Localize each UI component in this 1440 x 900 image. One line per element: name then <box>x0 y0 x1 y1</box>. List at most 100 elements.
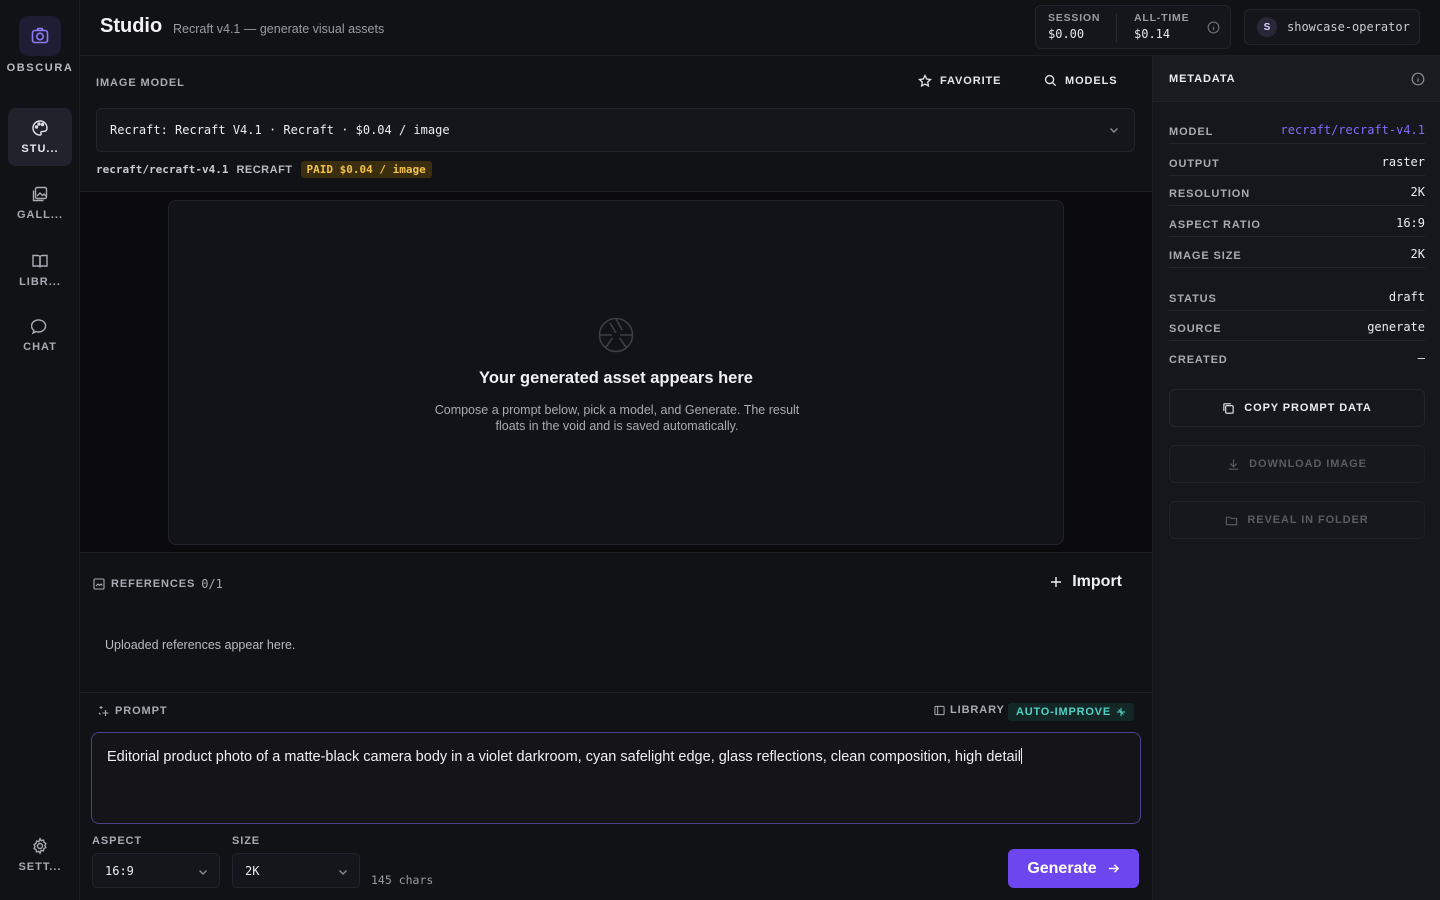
aperture-icon <box>597 316 635 359</box>
prompt-textarea[interactable]: Editorial product photo of a matte-black… <box>91 732 1141 824</box>
references-section: REFERENCES 0/1 Import Uploaded reference… <box>80 554 1152 692</box>
sidebar: OBSCURA STU... GALL... LIBR... CHAT SETT… <box>0 0 80 900</box>
metadata-panel: METADATA MODEL recraft/recraft-v4.1 OUTP… <box>1152 56 1440 900</box>
palette-icon <box>31 119 49 137</box>
prompt-header: PROMPT <box>97 705 167 717</box>
import-button[interactable]: Import <box>1050 573 1122 591</box>
size-label: SIZE <box>232 835 261 847</box>
size-select[interactable]: 2K <box>232 853 360 888</box>
meta-value: 2K <box>1410 185 1425 199</box>
nav-label: STU... <box>21 143 59 155</box>
chevron-down-icon <box>1108 124 1120 139</box>
prompt-label: PROMPT <box>115 705 168 717</box>
nav-item-library[interactable]: LIBR... <box>8 241 72 299</box>
generate-label: Generate <box>1027 859 1097 877</box>
alltime-cost: ALL-TIME $0.14 <box>1134 12 1189 41</box>
metadata-title: METADATA <box>1169 73 1236 85</box>
folder-icon <box>1226 516 1238 525</box>
alltime-value: $0.14 <box>1134 27 1171 41</box>
brand-logo[interactable] <box>19 16 61 56</box>
meta-value: raster <box>1381 155 1425 169</box>
info-icon[interactable] <box>1411 72 1425 91</box>
meta-row-status: STATUS draft <box>1169 281 1425 311</box>
paid-badge: PAID $0.04 / image <box>300 161 432 178</box>
aspect-label: ASPECT <box>92 835 143 847</box>
meta-row-model: MODEL recraft/recraft-v4.1 <box>1169 114 1425 144</box>
book-icon <box>934 705 945 715</box>
page-title: Studio <box>100 15 163 37</box>
download-image-button[interactable]: DOWNLOAD IMAGE <box>1169 445 1425 483</box>
library-label: LIBRARY <box>950 704 1005 716</box>
references-count: 0/1 <box>201 577 223 591</box>
camera-logo-icon <box>31 27 49 44</box>
book-icon <box>31 252 49 270</box>
auto-improve-toggle[interactable]: AUTO-IMPROVE <box>1008 703 1134 721</box>
app-window: OBSCURA STU... GALL... LIBR... CHAT SETT… <box>0 0 1440 900</box>
result-canvas: Your generated asset appears here Compos… <box>168 200 1064 545</box>
size-value: 2K <box>245 863 260 878</box>
info-icon[interactable] <box>1207 21 1220 39</box>
session-value: $0.00 <box>1048 27 1085 41</box>
cost-summary: SESSION $0.00 ALL-TIME $0.14 <box>1035 5 1231 49</box>
meta-row-resolution: RESOLUTION 2K <box>1169 176 1425 206</box>
meta-row-aspect-ratio: ASPECT RATIO 16:9 <box>1169 207 1425 237</box>
meta-key: MODEL <box>1169 126 1214 138</box>
references-label: REFERENCES <box>111 578 196 590</box>
model-select[interactable]: Recraft: Recraft V4.1 · Recraft · $0.04 … <box>96 108 1135 152</box>
meta-row-source: SOURCE generate <box>1169 311 1425 341</box>
meta-key: OUTPUT <box>1169 158 1220 170</box>
favorite-button[interactable]: FAVORITE <box>918 74 1001 88</box>
nav-label: SETT... <box>18 861 62 873</box>
download-icon <box>1228 458 1239 470</box>
aspect-select[interactable]: 16:9 <box>92 853 220 888</box>
import-label: Import <box>1072 573 1122 590</box>
session-label: SESSION <box>1048 12 1101 24</box>
models-button[interactable]: MODELS <box>1044 74 1117 87</box>
meta-row-image-size: IMAGE SIZE 2K <box>1169 238 1425 268</box>
nav-item-gallery[interactable]: GALL... <box>8 174 72 232</box>
user-menu[interactable]: S showcase-operator <box>1244 9 1420 45</box>
empty-state-title: Your generated asset appears here <box>479 369 753 387</box>
page-subtitle: Recraft v4.1 — generate visual assets <box>173 22 385 36</box>
empty-state-description: Compose a prompt below, pick a model, an… <box>434 403 800 433</box>
meta-row-output: OUTPUT raster <box>1169 146 1425 176</box>
plus-icon <box>1051 577 1062 587</box>
reveal-in-folder-button[interactable]: REVEAL IN FOLDER <box>1169 501 1425 539</box>
divider <box>1116 14 1117 42</box>
meta-key: IMAGE SIZE <box>1169 250 1242 262</box>
meta-value-model-link[interactable]: recraft/recraft-v4.1 <box>1281 123 1426 137</box>
chat-icon <box>31 317 49 335</box>
references-header: REFERENCES 0/1 <box>93 577 223 591</box>
nav-item-settings[interactable]: SETT... <box>8 826 72 884</box>
gallery-icon <box>31 185 49 203</box>
user-name: showcase-operator <box>1287 20 1410 34</box>
nav-item-studio[interactable]: STU... <box>8 108 72 166</box>
meta-value: — <box>1417 351 1425 365</box>
image-model-label: IMAGE MODEL <box>96 77 185 89</box>
text-caret <box>1021 748 1022 764</box>
meta-value: 16:9 <box>1396 216 1425 230</box>
avatar: S <box>1257 17 1277 37</box>
references-empty-text: Uploaded references appear here. <box>105 638 296 652</box>
model-id: recraft/recraft-v4.1 <box>96 163 229 176</box>
meta-key: STATUS <box>1169 293 1217 305</box>
nav-item-chat[interactable]: CHAT <box>8 306 72 364</box>
library-button[interactable]: LIBRARY <box>934 704 1005 716</box>
sparkle-icon <box>98 706 109 716</box>
char-count: 145 chars <box>371 873 434 887</box>
aspect-value: 16:9 <box>105 863 134 878</box>
model-meta: recraft/recraft-v4.1 RECRAFT PAID $0.04 … <box>96 161 432 178</box>
meta-value: generate <box>1367 320 1425 334</box>
prompt-section: PROMPT LIBRARY AUTO-IMPROVE Editorial pr… <box>80 692 1152 900</box>
generate-button[interactable]: Generate <box>1008 849 1139 888</box>
images-icon <box>93 578 105 590</box>
model-select-value: Recraft: Recraft V4.1 · Recraft · $0.04 … <box>110 123 450 137</box>
auto-improve-label: AUTO-IMPROVE <box>1016 706 1111 718</box>
prompt-text: Editorial product photo of a matte-black… <box>107 749 1021 765</box>
copy-prompt-data-button[interactable]: COPY PROMPT DATA <box>1169 389 1425 427</box>
meta-key: ASPECT RATIO <box>1169 219 1261 231</box>
meta-key: SOURCE <box>1169 323 1222 335</box>
nav-label: LIBR... <box>19 276 61 288</box>
meta-key: CREATED <box>1169 354 1228 366</box>
model-provider: RECRAFT <box>236 163 293 176</box>
